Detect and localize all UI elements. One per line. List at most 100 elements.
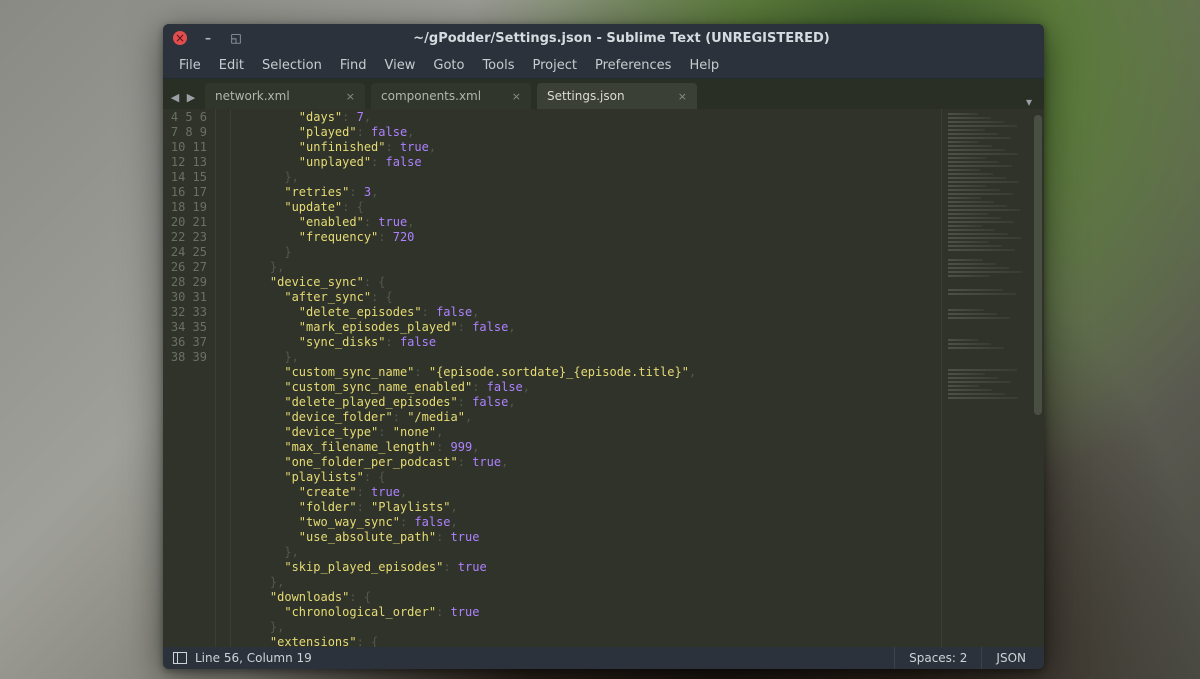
vertical-scrollbar[interactable] [1032, 109, 1044, 647]
code-line[interactable]: "use_absolute_path": true [241, 530, 941, 545]
code-line[interactable]: "folder": "Playlists", [241, 500, 941, 515]
code-line[interactable]: "device_sync": { [241, 275, 941, 290]
code-line[interactable]: }, [241, 575, 941, 590]
code-line[interactable]: "frequency": 720 [241, 230, 941, 245]
code-line[interactable]: "extensions": { [241, 635, 941, 647]
tab-nav-forward[interactable]: ▶ [183, 85, 199, 109]
minimap-line [948, 221, 1014, 223]
code-line[interactable]: }, [241, 620, 941, 635]
minimap-line [948, 393, 1005, 395]
tab-overflow-button[interactable]: ▾ [1018, 95, 1040, 109]
fold-column[interactable] [216, 109, 231, 647]
menu-help[interactable]: Help [681, 56, 727, 75]
scrollbar-thumb[interactable] [1034, 115, 1042, 415]
code-line[interactable]: "create": true, [241, 485, 941, 500]
minimap-line [948, 137, 1011, 139]
code-line[interactable]: }, [241, 170, 941, 185]
code-line[interactable]: "custom_sync_name_enabled": false, [241, 380, 941, 395]
minimap-line [948, 233, 1008, 235]
minimap-line [948, 271, 1022, 273]
line-number-gutter[interactable]: 4 5 6 7 8 9 10 11 12 13 14 15 16 17 18 1… [163, 109, 216, 647]
minimap-line [948, 245, 1002, 247]
code-line[interactable]: "device_type": "none", [241, 425, 941, 440]
minimap[interactable] [941, 109, 1032, 647]
code-line[interactable]: "played": false, [241, 125, 941, 140]
minimap-line [948, 217, 1001, 219]
code-line[interactable]: "device_folder": "/media", [241, 410, 941, 425]
tab-network-xml[interactable]: network.xml × [205, 83, 365, 109]
code-line[interactable]: "sync_disks": false [241, 335, 941, 350]
minimap-line [948, 313, 997, 315]
minimap-line [948, 181, 1019, 183]
minimap-line [948, 121, 1004, 123]
window-maximize-button[interactable]: ◱ [229, 31, 243, 45]
sidebar-toggle-icon[interactable] [173, 652, 187, 664]
tab-nav-back[interactable]: ◀ [167, 85, 183, 109]
menu-goto[interactable]: Goto [425, 56, 472, 75]
minimap-line [948, 201, 994, 203]
status-cursor-position[interactable]: Line 56, Column 19 [195, 651, 312, 665]
minimap-line [948, 209, 1020, 211]
code-line[interactable]: "two_way_sync": false, [241, 515, 941, 530]
code-line[interactable]: "playlists": { [241, 470, 941, 485]
code-line[interactable]: "max_filename_length": 999, [241, 440, 941, 455]
status-indentation[interactable]: Spaces: 2 [894, 647, 981, 669]
app-window: × – ◱ ~/gPodder/Settings.json - Sublime … [163, 24, 1044, 669]
menu-view[interactable]: View [377, 56, 424, 75]
window-close-button[interactable]: × [173, 31, 187, 45]
code-line[interactable]: "unfinished": true, [241, 140, 941, 155]
minimap-line [948, 347, 1004, 349]
minimap-line [948, 237, 1021, 239]
titlebar[interactable]: × – ◱ ~/gPodder/Settings.json - Sublime … [163, 24, 1044, 52]
tab-close-icon[interactable]: × [512, 90, 521, 103]
tab-label: network.xml [215, 89, 290, 103]
code-line[interactable]: "days": 7, [241, 110, 941, 125]
menu-project[interactable]: Project [524, 56, 584, 75]
minimap-line [948, 259, 983, 261]
code-line[interactable]: "update": { [241, 200, 941, 215]
code-line[interactable]: }, [241, 350, 941, 365]
menu-tools[interactable]: Tools [474, 56, 522, 75]
minimap-line [948, 157, 986, 159]
window-minimize-button[interactable]: – [201, 31, 215, 45]
tab-close-icon[interactable]: × [678, 90, 687, 103]
tab-close-icon[interactable]: × [346, 90, 355, 103]
code-line[interactable]: "skip_played_episodes": true [241, 560, 941, 575]
code-line[interactable]: "unplayed": false [241, 155, 941, 170]
minimap-line [948, 145, 992, 147]
menu-preferences[interactable]: Preferences [587, 56, 679, 75]
menu-file[interactable]: File [171, 56, 209, 75]
code-line[interactable]: } [241, 245, 941, 260]
menu-find[interactable]: Find [332, 56, 375, 75]
minimap-line [948, 193, 1013, 195]
minimap-line [948, 275, 990, 277]
code-line[interactable]: "one_folder_per_podcast": true, [241, 455, 941, 470]
window-title: ~/gPodder/Settings.json - Sublime Text (… [257, 31, 986, 46]
menu-selection[interactable]: Selection [254, 56, 330, 75]
code-line[interactable]: "custom_sync_name": "{episode.sortdate}_… [241, 365, 941, 380]
minimap-line [948, 213, 988, 215]
minimap-line [948, 267, 1009, 269]
minimap-line [948, 339, 978, 341]
code-line[interactable]: "downloads": { [241, 590, 941, 605]
code-line[interactable]: "delete_episodes": false, [241, 305, 941, 320]
minimap-line [948, 263, 996, 265]
code-line[interactable]: }, [241, 545, 941, 560]
code-editor[interactable]: "days": 7, "played": false, "unfinished"… [231, 109, 941, 647]
status-bar: Line 56, Column 19 Spaces: 2 JSON [163, 647, 1044, 669]
code-line[interactable]: "after_sync": { [241, 290, 941, 305]
code-line[interactable]: }, [241, 260, 941, 275]
code-line[interactable]: "mark_episodes_played": false, [241, 320, 941, 335]
code-line[interactable]: "chronological_order": true [241, 605, 941, 620]
code-line[interactable]: "retries": 3, [241, 185, 941, 200]
minimap-line [948, 385, 979, 387]
status-syntax[interactable]: JSON [981, 647, 1040, 669]
menu-edit[interactable]: Edit [211, 56, 252, 75]
tab-settings-json[interactable]: Settings.json× [537, 83, 697, 109]
code-line[interactable]: "enabled": true, [241, 215, 941, 230]
tab-components-xml[interactable]: components.xml× [371, 83, 531, 109]
tab-bar: ◀ ▶ network.xml×components.xml×Settings.… [163, 79, 1044, 109]
code-line[interactable]: "delete_played_episodes": false, [241, 395, 941, 410]
minimap-line [948, 129, 985, 131]
minimap-line [948, 377, 998, 379]
